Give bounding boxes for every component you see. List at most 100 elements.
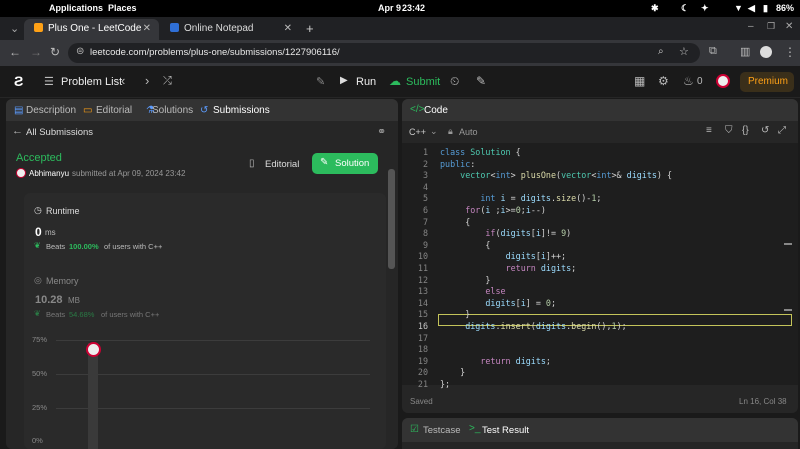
problem-list-icon[interactable]: ☰ — [44, 75, 54, 88]
close-tab-icon[interactable]: ✕ — [284, 23, 292, 34]
tab-submissions[interactable]: Submissions — [213, 105, 270, 116]
bluetooth-icon[interactable]: ✱ — [651, 3, 659, 14]
accessibility-icon[interactable]: ✦ — [701, 3, 709, 14]
code-text: vector<int> plusOne(vector<int>& digits)… — [460, 170, 673, 181]
premium-button[interactable]: Premium — [740, 72, 794, 92]
clock-date[interactable]: Apr 9 — [378, 3, 401, 13]
prev-problem-icon[interactable]: ‹ — [121, 73, 125, 88]
reset-icon[interactable]: ↺ — [761, 125, 769, 136]
console-tabs: ☑ Testcase >_ Test Result — [402, 418, 798, 442]
settings-gear-icon[interactable]: ⚙ — [658, 74, 669, 88]
volume-icon[interactable]: ◀ — [748, 3, 755, 14]
minimize-icon[interactable]: – — [748, 21, 754, 32]
code-text: return digits; — [505, 263, 577, 273]
all-submissions-link[interactable]: All Submissions — [26, 127, 93, 138]
debug-icon[interactable]: ✎ — [316, 75, 325, 88]
tab-title: Plus One - LeetCode — [48, 23, 142, 34]
bookmark-star-icon[interactable]: ☆ — [679, 45, 689, 58]
code-panel-header: </> Code — [402, 99, 798, 121]
night-light-icon[interactable]: ☾ — [681, 3, 689, 14]
layout-icon[interactable]: ▦ — [634, 74, 645, 88]
applications-menu[interactable]: Applications — [49, 3, 103, 13]
user-avatar[interactable] — [716, 74, 730, 88]
tab-solutions[interactable]: Solutions — [152, 105, 193, 116]
zoom-search-icon[interactable]: ⌕ — [658, 46, 664, 57]
tab-editorial[interactable]: Editorial — [96, 105, 132, 116]
run-button[interactable]: Run — [356, 76, 376, 88]
solution-button[interactable]: ✎ Solution — [312, 153, 378, 174]
code-editor[interactable]: 1 class Solution {2 public: 3 vector<int> p… — [402, 143, 798, 389]
restore-icon[interactable]: ❐ — [767, 21, 775, 32]
random-problem-icon[interactable]: ⤮ — [163, 75, 172, 88]
code-text: int i = digits.size()-1; — [480, 193, 602, 204]
new-tab-button[interactable]: + — [306, 21, 314, 36]
side-panel-icon[interactable]: ▥ — [740, 45, 750, 58]
wifi-icon[interactable]: ▼ — [734, 3, 743, 13]
timer-icon[interactable]: ⏲ — [450, 74, 459, 89]
reload-icon[interactable]: ↻ — [50, 45, 60, 59]
left-panel-tabs: ▤ Description ▭ Editorial ⚗ Solutions ↺ … — [6, 99, 398, 121]
leetcode-logo-icon[interactable]: Ƨ — [14, 73, 23, 89]
editorial-button[interactable]: Editorial — [265, 159, 299, 170]
chart-user-avatar[interactable] — [86, 342, 101, 357]
submit-cloud-icon[interactable]: ☁ — [389, 74, 401, 88]
editorial-book-icon[interactable]: ▯ — [249, 158, 255, 169]
clock-time[interactable]: 23:42 — [402, 3, 425, 13]
forward-icon[interactable]: → — [30, 45, 42, 59]
memory-beats-suffix: of users with C++ — [101, 310, 160, 319]
chart-user-bar[interactable] — [88, 343, 98, 449]
browser-tab-leetcode[interactable]: Plus One - LeetCode ✕ — [24, 19, 159, 40]
language-select[interactable]: C++ — [409, 127, 426, 137]
memory-chip-icon: ◎ — [34, 275, 42, 285]
tab-description[interactable]: Description — [26, 105, 76, 116]
os-top-bar: Applications Places Apr 9 23:42 ✱ ☾ ✦ ▼ … — [0, 0, 800, 17]
submitter-name[interactable]: Abhimanyu — [29, 169, 69, 178]
line-number: 12 — [417, 274, 428, 285]
close-window-icon[interactable]: ✕ — [785, 21, 793, 32]
line-number: 1 — [422, 147, 428, 157]
share-link-icon[interactable]: ⚭ — [377, 125, 386, 138]
fullscreen-icon[interactable]: ⤢ — [778, 125, 786, 136]
tab-testcase[interactable]: Testcase — [423, 425, 461, 436]
user-mini-avatar[interactable] — [16, 168, 26, 178]
streak-fire-icon[interactable]: ♨ — [683, 74, 694, 88]
runtime-clock-icon: ◷ — [34, 205, 42, 215]
autocomplete-mode[interactable]: Auto — [459, 127, 478, 137]
browser-tab-notepad[interactable]: Online Notepad ✕ — [160, 19, 300, 40]
runtime-beats-suffix: of users with C++ — [104, 242, 163, 251]
memory-label: Memory — [46, 276, 79, 286]
extensions-icon[interactable]: ⧉ — [709, 45, 717, 58]
problem-list-link[interactable]: Problem List — [61, 76, 122, 88]
run-icon[interactable]: ▶ — [340, 75, 348, 86]
memory-beats-percent: 54.68% — [69, 310, 95, 319]
tab-search-icon[interactable]: ⌄ — [10, 22, 19, 35]
places-menu[interactable]: Places — [108, 3, 137, 13]
runtime-unit: ms — [45, 228, 56, 237]
braces-icon[interactable]: {} — [742, 125, 749, 136]
chart-tick-25: 25% — [32, 403, 48, 412]
url-field[interactable]: ⊜ leetcode.com/problems/plus-one/submiss… — [68, 43, 700, 63]
battery-icon[interactable]: ▮ — [763, 3, 768, 14]
format-icon[interactable]: ≡ — [706, 125, 712, 136]
lock-icon: 🔒︎ — [448, 126, 453, 136]
bookmark-icon[interactable]: ⛉ — [725, 125, 733, 136]
solution-label: Solution — [335, 158, 370, 169]
site-info-icon[interactable]: ⊜ — [76, 46, 84, 57]
line-number: 11 — [417, 263, 428, 273]
back-icon[interactable]: ← — [9, 45, 21, 59]
code-text: }; — [440, 379, 451, 389]
next-problem-icon[interactable]: › — [145, 73, 149, 88]
profile-avatar[interactable] — [760, 46, 772, 58]
line-number: 14 — [417, 297, 428, 308]
submissions-history-icon: ↺ — [200, 105, 209, 116]
chart-gridline — [56, 408, 370, 409]
submit-button[interactable]: Submit — [406, 76, 440, 88]
browser-menu-icon[interactable]: ⋮ — [784, 45, 796, 59]
chevron-down-icon[interactable]: ⌄ — [430, 126, 438, 137]
notes-icon[interactable]: ✎ — [476, 74, 486, 88]
close-tab-icon[interactable]: ✕ — [143, 23, 151, 34]
battery-percent: 86% — [776, 3, 795, 13]
back-arrow-icon[interactable]: ← — [12, 125, 23, 137]
left-panel-scrollbar[interactable] — [388, 169, 395, 269]
tab-test-result[interactable]: Test Result — [482, 425, 529, 436]
